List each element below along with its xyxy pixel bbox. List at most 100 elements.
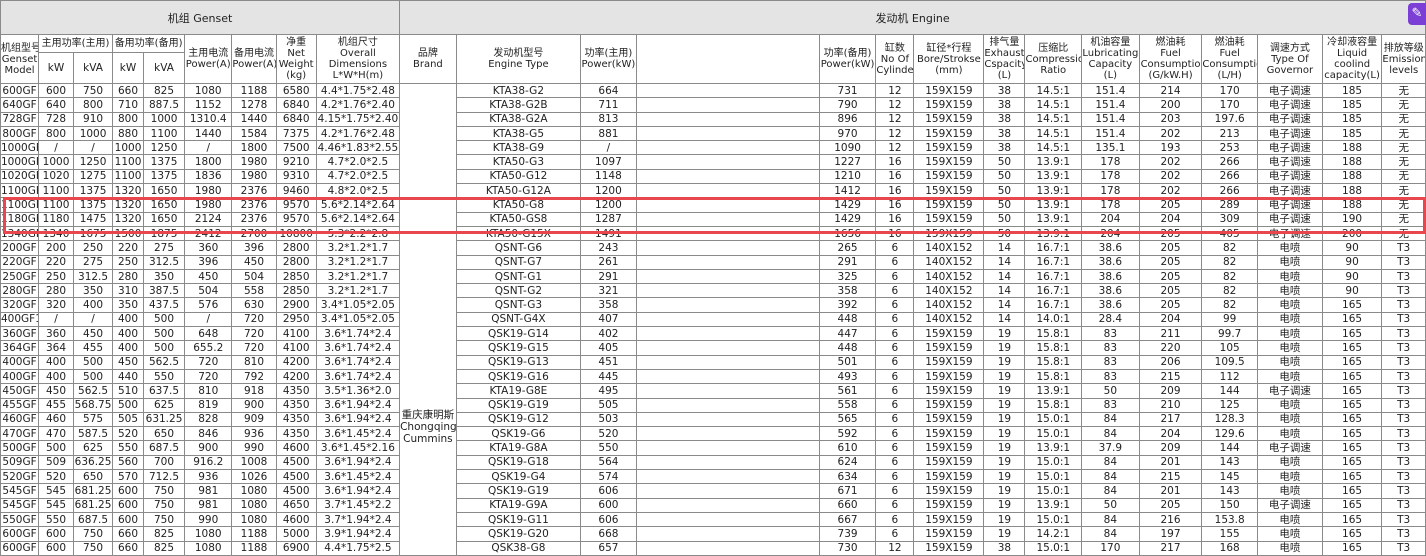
cell-prime-kw: 600 [38, 540, 75, 556]
table-row: 360GF 360 450 400 500 648 720 4100 3.6*1.74*2.4 Q… [0, 326, 1426, 342]
cell-spacer [635, 497, 820, 513]
cell-coolant: 200 [1321, 225, 1383, 242]
cell-weight: 6840 [275, 111, 317, 127]
cell-weight: 4350 [275, 426, 317, 442]
cell-prime-kw: 280 [38, 283, 75, 299]
cell-engine-standby: 624 [818, 454, 877, 471]
cell-standby-current: 1440 [231, 111, 277, 127]
cell-exhaust: 19 [983, 368, 1026, 385]
cell-dimensions: 3.6*1.45*2.16 [315, 440, 401, 456]
cell-spacer [635, 426, 820, 442]
cell-fuel-lh: 266 [1201, 183, 1258, 199]
cell-prime-current: 846 [184, 426, 233, 442]
cell-coolant: 90 [1321, 283, 1383, 299]
cell-exhaust: 50 [983, 168, 1026, 185]
cell-standby-kva: 1100 [142, 125, 186, 142]
cell-engine-prime: 243 [580, 240, 637, 256]
cell-coolant: 185 [1321, 125, 1383, 142]
header-net-weight: 净重 Net Weight (kg) [275, 34, 317, 84]
cell-standby-current: 1800 [231, 140, 277, 156]
cell-model: 509GF [0, 454, 40, 471]
cell-coolant: 165 [1321, 411, 1383, 428]
cell-weight: 2950 [275, 311, 317, 328]
cell-weight: 7375 [275, 125, 317, 142]
cell-dimensions: 4.7*2.0*2.5 [315, 154, 401, 170]
cell-prime-current: 916.2 [184, 454, 233, 471]
cell-standby-current: 396 [231, 240, 277, 256]
cell-engine-type: QSNT-G6 [455, 240, 582, 256]
cell-prime-kw: 1100 [38, 183, 75, 199]
cell-prime-kva: 455 [73, 340, 114, 356]
cell-compression: 13.9:1 [1024, 168, 1083, 185]
cell-coolant: 165 [1321, 397, 1383, 413]
group-header-row: 机组 Genset 发动机 Engine [0, 0, 1426, 35]
cell-governor: 电喷 [1256, 354, 1323, 370]
cell-spacer [635, 326, 820, 342]
cell-coolant: 165 [1321, 426, 1383, 442]
cell-emission: T3 [1381, 440, 1426, 456]
cell-engine-standby: 358 [818, 283, 877, 299]
cell-dimensions: 4.4*1.75*2.5 [315, 540, 401, 556]
cell-bore-stroke: 159X159 [913, 183, 985, 199]
cell-engine-standby: 561 [818, 383, 877, 399]
cell-spacer [635, 254, 820, 270]
edit-icon[interactable]: ✎ [1408, 3, 1426, 25]
cell-prime-current: 648 [184, 326, 233, 342]
cell-lube: 151.4 [1081, 111, 1140, 127]
cell-prime-kva: 562.5 [73, 383, 114, 399]
cell-exhaust: 19 [983, 483, 1026, 499]
cell-lube: 83 [1081, 354, 1140, 370]
cell-fuel-gkwh: 201 [1138, 454, 1203, 471]
cell-dimensions: 3.7*1.94*2.4 [315, 511, 401, 528]
cell-fuel-gkwh: 197 [1138, 526, 1203, 542]
cell-prime-kw: 1180 [38, 211, 75, 227]
cell-spacer [635, 526, 820, 542]
cell-compression: 13.9:1 [1024, 183, 1083, 199]
cell-fuel-lh: 82 [1201, 297, 1258, 313]
cell-prime-current: 900 [184, 440, 233, 456]
cell-coolant: 90 [1321, 240, 1383, 256]
cell-fuel-lh: 144 [1201, 383, 1258, 399]
cell-engine-standby: 291 [818, 254, 877, 270]
cell-standby-kw: 400 [112, 311, 144, 328]
header-exhaust: 排气量 Exhaust Cspacity (L) [983, 34, 1026, 84]
cell-engine-standby: 447 [818, 326, 877, 342]
cell-compression: 15.0:1 [1024, 483, 1083, 499]
cell-lube: 204 [1081, 211, 1140, 227]
cell-engine-prime: 405 [580, 340, 637, 356]
cell-prime-current: 360 [184, 240, 233, 256]
cell-spacer [635, 168, 820, 185]
cell-emission: T3 [1381, 268, 1426, 285]
header-dimensions: 机组尺寸 Overall Dimensions L*W*H(m) [315, 34, 401, 84]
cell-standby-kw: 710 [112, 97, 144, 113]
cell-standby-kw: 550 [112, 440, 144, 456]
cell-standby-current: 2376 [231, 197, 277, 213]
cell-prime-current: 990 [184, 511, 233, 528]
cell-emission: T3 [1381, 254, 1426, 270]
cell-weight: 4200 [275, 354, 317, 370]
cell-prime-current: 2124 [184, 211, 233, 227]
cell-standby-kw: 800 [112, 111, 144, 127]
cell-spacer [635, 140, 820, 156]
cell-spacer [635, 540, 820, 556]
cell-prime-kva: 575 [73, 411, 114, 428]
cell-standby-kw: 440 [112, 368, 144, 385]
cell-weight: 9210 [275, 154, 317, 170]
cell-exhaust: 50 [983, 211, 1026, 227]
cell-spacer [635, 397, 820, 413]
cell-engine-prime: 358 [580, 297, 637, 313]
cell-prime-current: 1800 [184, 154, 233, 170]
cell-cylinders: 12 [875, 111, 915, 127]
cell-coolant: 165 [1321, 454, 1383, 471]
cell-prime-kva: / [73, 140, 114, 156]
cell-lube: 84 [1081, 454, 1140, 471]
header-engine-prime-power: 功率(主用) Power(kW) [580, 34, 637, 84]
cell-engine-standby: 265 [818, 240, 877, 256]
cell-spacer [635, 368, 820, 385]
cell-standby-kw: 500 [112, 397, 144, 413]
table-body: 600GF 600 750 660 825 1080 1188 6580 4.4*1.75*2.… [0, 82, 1426, 556]
cell-spacer [635, 311, 820, 328]
cell-prime-kva: 750 [73, 540, 114, 556]
cell-prime-kw: 360 [38, 326, 75, 342]
cell-weight: 9570 [275, 197, 317, 213]
